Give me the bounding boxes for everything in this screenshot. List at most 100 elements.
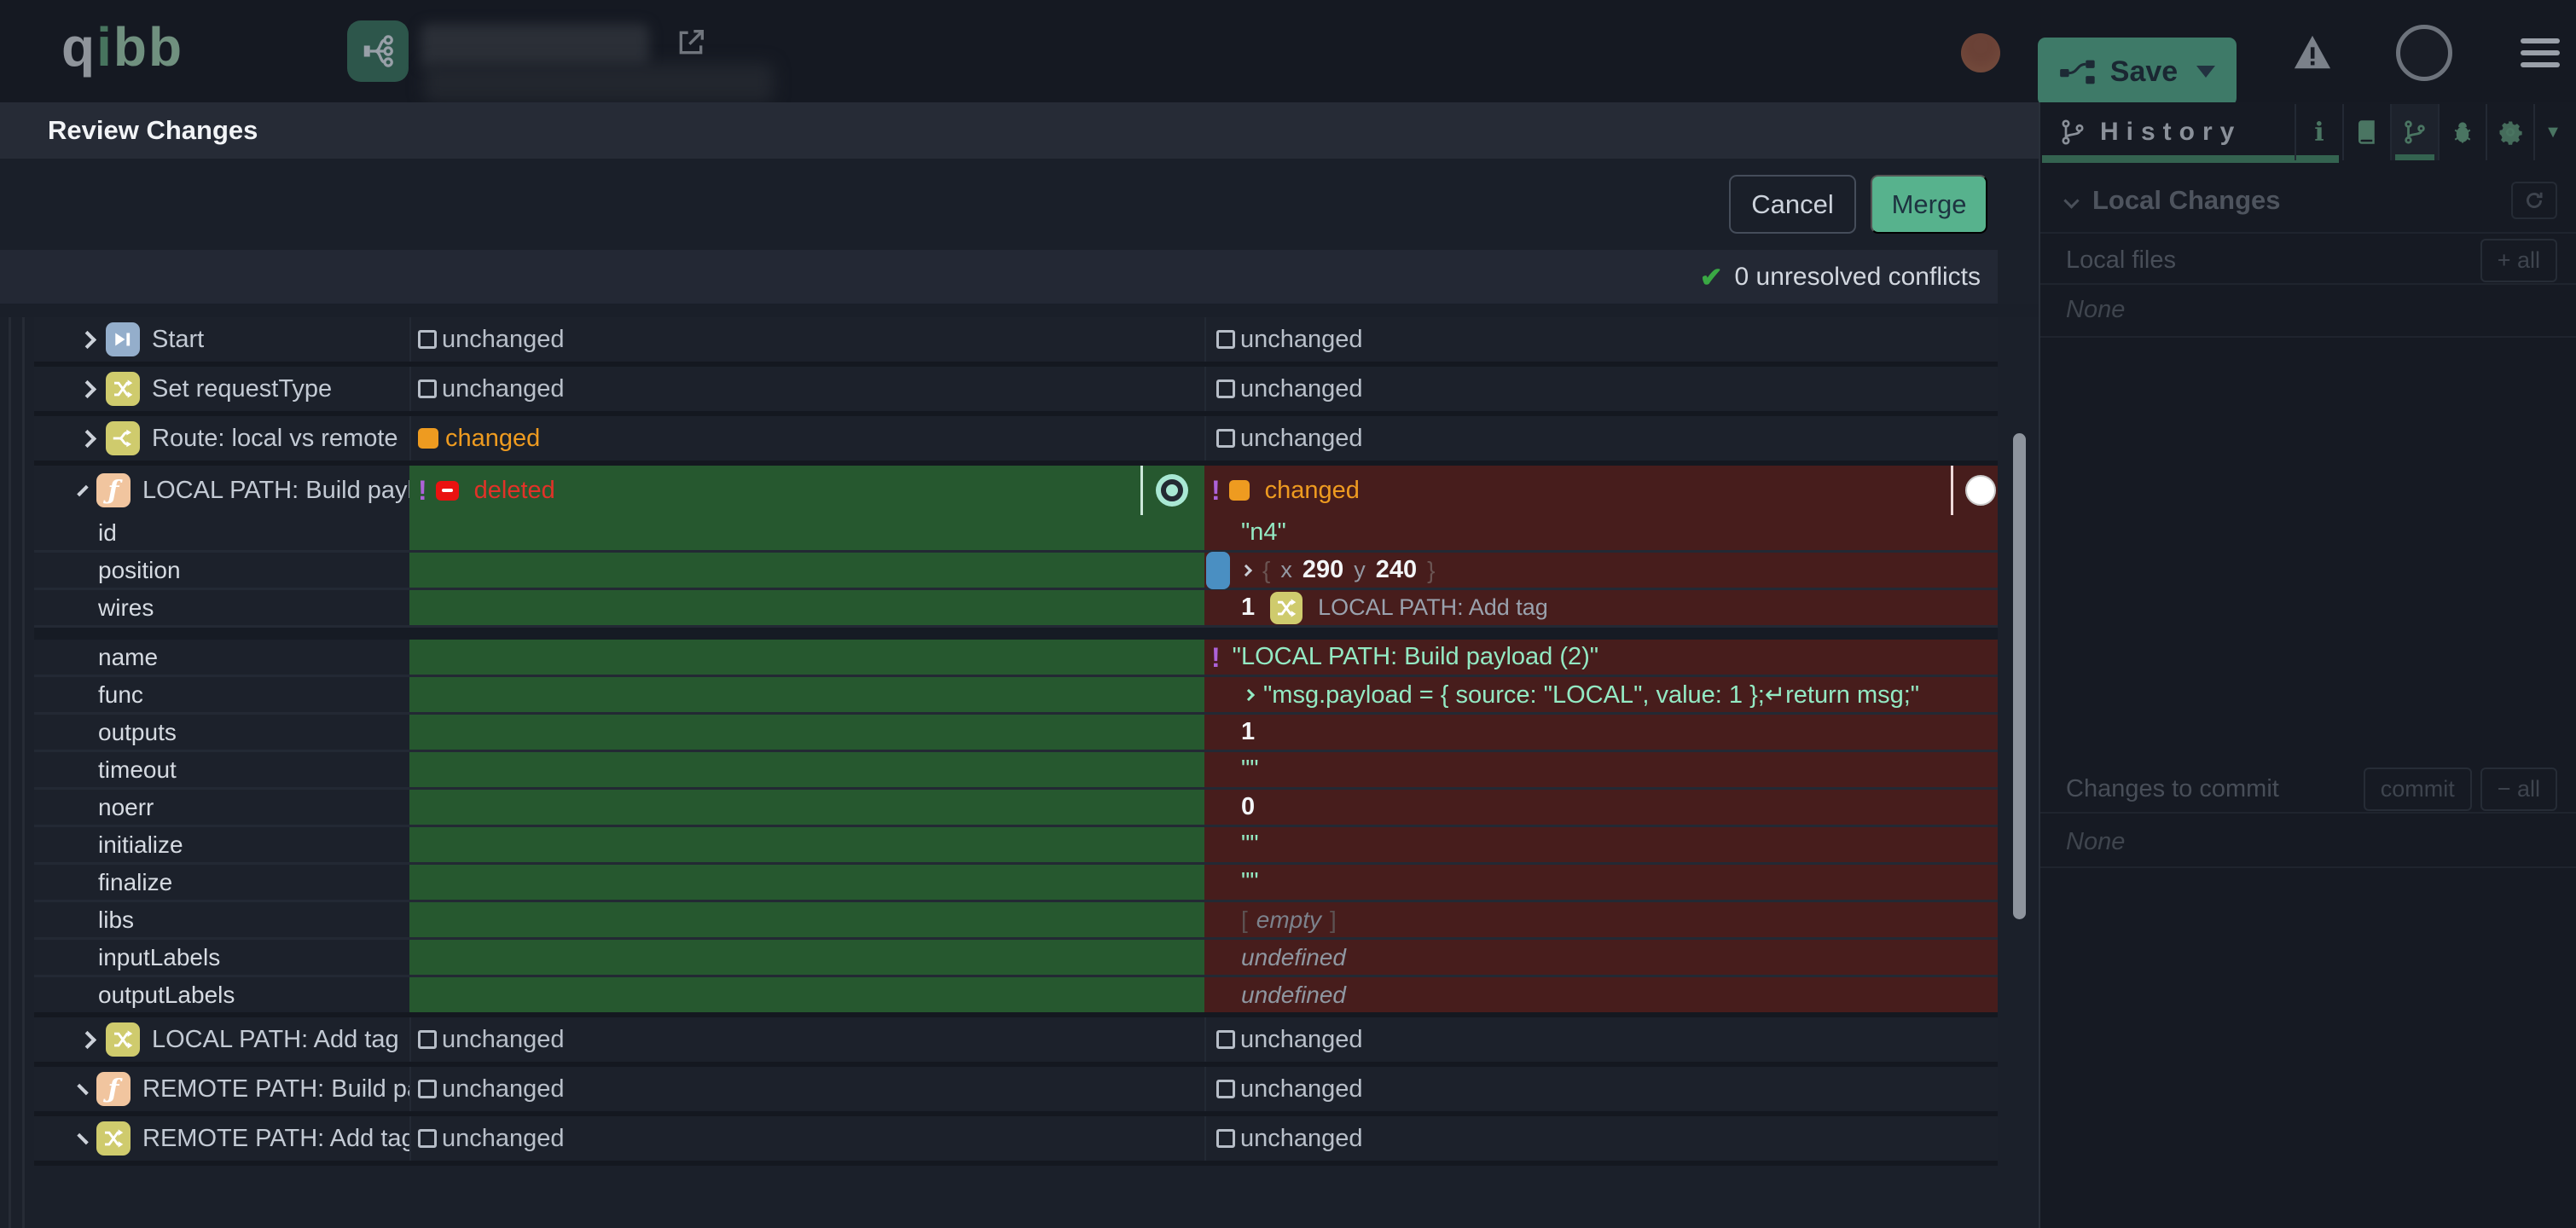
qibb-logo[interactable]: qibb bbox=[61, 15, 183, 78]
remote-value-cell: "" bbox=[1204, 752, 1998, 787]
vertical-scrollbar[interactable] bbox=[2013, 433, 2026, 919]
sidebar-tab-history[interactable] bbox=[2390, 104, 2438, 160]
save-button[interactable]: Save bbox=[2038, 38, 2237, 106]
flow-row-label: Start bbox=[152, 326, 204, 354]
state-label: unchanged bbox=[442, 326, 565, 354]
open-external-icon[interactable] bbox=[674, 26, 708, 60]
state-label: deleted bbox=[474, 477, 555, 505]
remote-value-cell: 1 bbox=[1204, 715, 1998, 750]
flow-row[interactable]: LOCAL PATH: Add tagunchangedunchanged bbox=[34, 1017, 1998, 1067]
flow-row-label: Set requestType bbox=[152, 375, 332, 403]
changed-icon bbox=[1229, 480, 1250, 501]
status-avatar[interactable] bbox=[1961, 33, 2000, 72]
sidebar-tab-debug[interactable] bbox=[2438, 104, 2486, 160]
property-name-cell: outputLabels bbox=[34, 977, 409, 1012]
flow-row-header-cell[interactable]: ƒREMOTE PATH: Build paylo bbox=[34, 1067, 409, 1111]
property-row[interactable]: noerr0 bbox=[34, 790, 1998, 827]
sidebar-tab-settings[interactable] bbox=[2486, 104, 2533, 160]
commit-button[interactable]: commit bbox=[2364, 768, 2472, 811]
property-row[interactable]: position{x290y240} bbox=[34, 553, 1998, 590]
property-row[interactable]: inputLabelsundefined bbox=[34, 940, 1998, 977]
chevron-right-icon[interactable] bbox=[78, 330, 96, 348]
changes-to-commit-label: Changes to commit bbox=[2066, 775, 2279, 803]
cancel-button[interactable]: Cancel bbox=[1729, 175, 1856, 234]
property-row[interactable]: initialize"" bbox=[34, 827, 1998, 865]
property-name-cell: wires bbox=[34, 590, 409, 625]
function-node-icon: ƒ bbox=[96, 473, 131, 507]
chevron-down-icon[interactable] bbox=[77, 484, 88, 495]
save-button-label: Save bbox=[2110, 55, 2178, 89]
flow-row-header-cell[interactable]: Route: local vs remote bbox=[34, 416, 409, 460]
chevron-right-icon[interactable] bbox=[77, 1132, 88, 1144]
refresh-button[interactable] bbox=[2511, 182, 2557, 219]
flow-row[interactable]: Route: local vs remotechangedunchanged bbox=[34, 416, 1998, 466]
chevron-right-icon[interactable] bbox=[78, 429, 96, 447]
property-row[interactable]: func"msg.payload = { source: "LOCAL", va… bbox=[34, 677, 1998, 715]
tree-guide-line bbox=[22, 317, 25, 1228]
flow-row-label: Route: local vs remote bbox=[152, 425, 398, 453]
flow-row-header-cell[interactable]: REMOTE PATH: Add tag bbox=[34, 1116, 409, 1161]
local-state-cell: changed bbox=[409, 416, 1204, 460]
local-state-cell: !deleted bbox=[409, 466, 1204, 515]
sidebar-tab-info[interactable]: i bbox=[2295, 104, 2342, 160]
local-value-cell bbox=[409, 827, 1204, 862]
property-row[interactable]: wires1LOCAL PATH: Add tag bbox=[34, 590, 1998, 628]
merge-button[interactable]: Merge bbox=[1871, 175, 1987, 234]
select-local-radio[interactable] bbox=[1156, 474, 1188, 507]
flow-row-header-cell[interactable]: LOCAL PATH: Add tag bbox=[34, 1017, 409, 1062]
flow-row-header-cell[interactable]: Set requestType bbox=[34, 367, 409, 411]
save-dropdown-caret[interactable] bbox=[2196, 66, 2215, 78]
unstage-all-button[interactable]: − all bbox=[2480, 768, 2557, 811]
property-name: id bbox=[34, 519, 117, 547]
local-value-cell bbox=[409, 515, 1204, 550]
flow-row[interactable]: ƒREMOTE PATH: Build paylounchangedunchan… bbox=[34, 1067, 1998, 1116]
property-name: libs bbox=[34, 907, 134, 934]
change-node-icon bbox=[106, 372, 140, 406]
user-avatar[interactable] bbox=[2396, 25, 2452, 81]
property-value: undefined bbox=[1241, 982, 1346, 1009]
local-value-cell bbox=[409, 553, 1204, 588]
wire-index: 1 bbox=[1241, 594, 1255, 622]
check-icon: ✔ bbox=[1700, 261, 1723, 293]
flow-row[interactable]: ƒLOCAL PATH: Build payload!deleted!chang… bbox=[34, 466, 1998, 515]
chevron-right-icon[interactable] bbox=[78, 379, 96, 397]
flow-row[interactable]: Startunchangedunchanged bbox=[34, 317, 1998, 367]
sidebar-tab-book[interactable] bbox=[2342, 104, 2390, 160]
flow-row-header-cell[interactable]: Start bbox=[34, 317, 409, 362]
conflicts-bar: ✔ 0 unresolved conflicts bbox=[0, 250, 1998, 304]
chevron-right-icon[interactable] bbox=[1240, 564, 1252, 576]
flow-row[interactable]: Set requestTypeunchangedunchanged bbox=[34, 367, 1998, 416]
property-row[interactable]: name!"LOCAL PATH: Build payload (2)" bbox=[34, 640, 1998, 677]
changes-to-commit-header: Changes to commit commit − all bbox=[2040, 766, 2576, 812]
state-checkbox bbox=[418, 379, 437, 398]
change-node-icon bbox=[106, 1022, 140, 1057]
flow-pipeline-icon[interactable] bbox=[347, 20, 409, 82]
property-row[interactable]: outputLabels undefined bbox=[34, 977, 1998, 1017]
local-value-cell bbox=[409, 715, 1204, 750]
flow-row-label: LOCAL PATH: Add tag bbox=[152, 1026, 399, 1054]
property-row[interactable]: finalize"" bbox=[34, 865, 1998, 902]
stage-all-button[interactable]: + all bbox=[2480, 239, 2557, 282]
state-checkbox bbox=[1216, 330, 1235, 349]
flow-row-header-cell[interactable]: ƒLOCAL PATH: Build payload bbox=[34, 466, 409, 515]
property-row[interactable]: timeout"" bbox=[34, 752, 1998, 790]
property-row[interactable]: id"n4" bbox=[34, 515, 1998, 553]
flow-row[interactable]: REMOTE PATH: Add tagunchangedunchanged bbox=[34, 1116, 1998, 1166]
menu-icon[interactable] bbox=[2521, 38, 2560, 67]
chevron-right-icon[interactable] bbox=[78, 1030, 96, 1048]
property-row[interactable]: libs[empty] bbox=[34, 902, 1998, 940]
sidebar-tab-more[interactable]: ▼ bbox=[2533, 104, 2571, 160]
local-changes-section-header[interactable]: Local Changes bbox=[2040, 175, 2576, 226]
select-remote-radio[interactable] bbox=[1965, 475, 1996, 506]
chevron-right-icon[interactable] bbox=[1243, 688, 1255, 700]
warning-icon[interactable] bbox=[2293, 34, 2332, 72]
local-value-cell bbox=[409, 590, 1204, 625]
chevron-right-icon[interactable] bbox=[77, 1083, 88, 1094]
conflicts-count-label: 0 unresolved conflicts bbox=[1735, 263, 1981, 292]
property-value: 1 bbox=[1241, 718, 1255, 746]
state-checkbox bbox=[418, 1030, 437, 1049]
property-name: noerr bbox=[34, 794, 154, 821]
property-row[interactable]: outputs 1 bbox=[34, 715, 1998, 752]
property-name-cell: outputs bbox=[34, 715, 409, 750]
page-title: Review Changes bbox=[48, 115, 258, 146]
